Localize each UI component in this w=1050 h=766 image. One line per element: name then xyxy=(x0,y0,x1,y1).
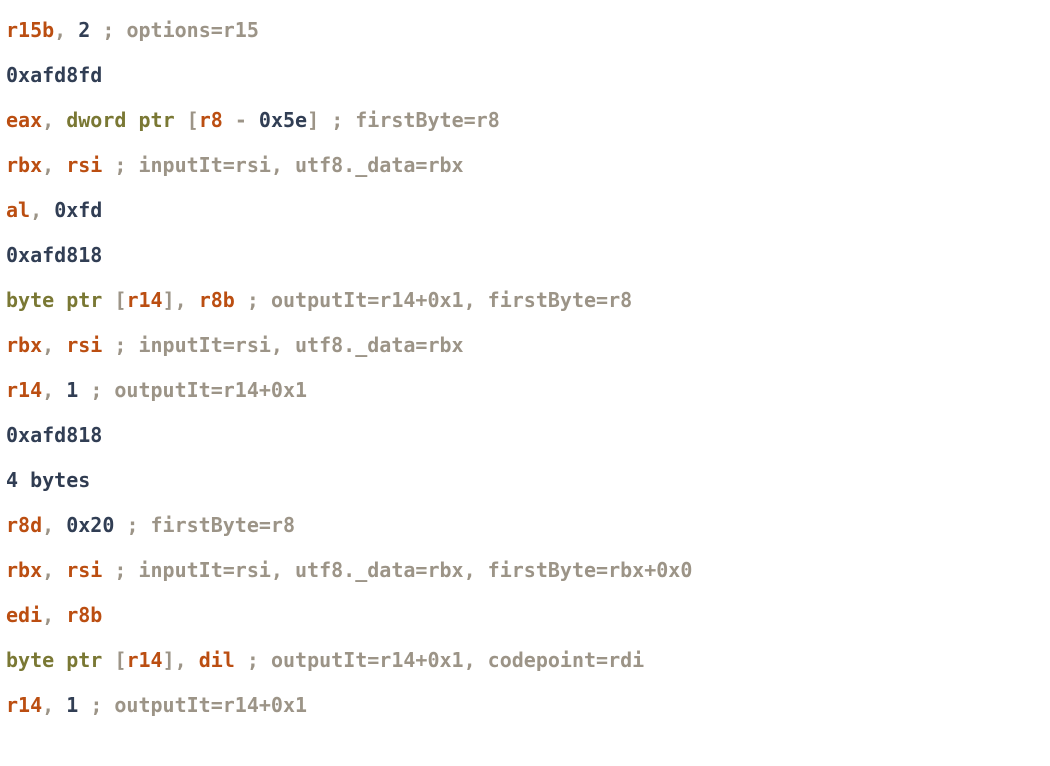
token-p xyxy=(235,288,247,312)
token-p: , xyxy=(30,198,54,222)
token-p xyxy=(235,648,247,672)
token-cm: ; options=r15 xyxy=(102,18,259,42)
code-line: byte ptr [r14], r8b ; outputIt=r14+0x1, … xyxy=(6,278,1044,323)
token-p: , xyxy=(42,603,66,627)
token-p xyxy=(90,18,102,42)
token-num: 1 xyxy=(66,693,78,717)
token-num: 0x5e xyxy=(259,108,307,132)
token-reg: r14 xyxy=(126,648,162,672)
token-p: ], xyxy=(163,288,199,312)
token-p: , xyxy=(42,333,66,357)
token-cm: ; outputIt=r14+0x1, codepoint=rdi xyxy=(247,648,644,672)
code-line: 0xafd8fd xyxy=(6,53,1044,98)
token-reg: rbx xyxy=(6,153,42,177)
token-p xyxy=(54,288,66,312)
token-p xyxy=(102,153,114,177)
token-p: [ xyxy=(175,108,199,132)
code-line: r14, 1 ; outputIt=r14+0x1 xyxy=(6,368,1044,413)
code-line: edi, r8b xyxy=(6,593,1044,638)
token-num: 0xafd818 xyxy=(6,423,102,447)
token-p xyxy=(18,468,30,492)
code-line: 4 bytes xyxy=(6,458,1044,503)
token-reg: al xyxy=(6,198,30,222)
token-p: , xyxy=(42,513,66,537)
code-line: 0xafd818 xyxy=(6,413,1044,458)
token-cm: ; outputIt=r14+0x1, firstByte=r8 xyxy=(247,288,632,312)
token-reg: r14 xyxy=(6,378,42,402)
token-cm: ; inputIt=rsi, utf8._data=rbx, firstByte… xyxy=(114,558,692,582)
code-line: eax, dword ptr [r8 - 0x5e] ; firstByte=r… xyxy=(6,98,1044,143)
token-p xyxy=(78,693,90,717)
token-cm: ; inputIt=rsi, utf8._data=rbx xyxy=(114,153,463,177)
token-reg: edi xyxy=(6,603,42,627)
code-line: r15b, 2 ; options=r15 xyxy=(6,8,1044,53)
token-cm: ; outputIt=r14+0x1 xyxy=(90,693,307,717)
token-p xyxy=(102,333,114,357)
token-num: 0xafd8fd xyxy=(6,63,102,87)
code-line: r14, 1 ; outputIt=r14+0x1 xyxy=(6,683,1044,728)
token-p: , xyxy=(54,18,78,42)
token-p: , xyxy=(42,153,66,177)
token-p: ], xyxy=(163,648,199,672)
token-num: 0xafd818 xyxy=(6,243,102,267)
token-reg: r8d xyxy=(6,513,42,537)
token-p xyxy=(102,558,114,582)
code-line: rbx, rsi ; inputIt=rsi, utf8._data=rbx xyxy=(6,323,1044,368)
token-reg: rbx xyxy=(6,333,42,357)
token-num: 1 xyxy=(66,378,78,402)
token-reg: r8b xyxy=(199,288,235,312)
code-line: byte ptr [r14], dil ; outputIt=r14+0x1, … xyxy=(6,638,1044,683)
assembly-code-block: r15b, 2 ; options=r150xafd8fdeax, dword … xyxy=(0,0,1050,736)
token-num: 2 xyxy=(78,18,90,42)
token-p: [ xyxy=(102,288,126,312)
token-p: , xyxy=(42,693,66,717)
token-reg: rsi xyxy=(66,558,102,582)
token-p: , xyxy=(42,558,66,582)
token-reg: rbx xyxy=(6,558,42,582)
token-cm: ; inputIt=rsi, utf8._data=rbx xyxy=(114,333,463,357)
code-line: rbx, rsi ; inputIt=rsi, utf8._data=rbx xyxy=(6,143,1044,188)
token-reg: rsi xyxy=(66,333,102,357)
code-line: r8d, 0x20 ; firstByte=r8 xyxy=(6,503,1044,548)
token-by: bytes xyxy=(30,468,90,492)
token-reg: dil xyxy=(199,648,235,672)
token-kw: ptr xyxy=(138,108,174,132)
token-p: - xyxy=(223,108,259,132)
token-p xyxy=(114,513,126,537)
token-num: 0xfd xyxy=(54,198,102,222)
token-num: 4 xyxy=(6,468,18,492)
token-kw: ptr xyxy=(66,288,102,312)
token-cm: ; outputIt=r14+0x1 xyxy=(90,378,307,402)
token-p: , xyxy=(42,378,66,402)
token-kw: byte xyxy=(6,288,54,312)
token-reg: r15b xyxy=(6,18,54,42)
token-p: , xyxy=(42,108,66,132)
token-p xyxy=(78,378,90,402)
token-p: [ xyxy=(102,648,126,672)
token-p xyxy=(54,648,66,672)
token-reg: r14 xyxy=(126,288,162,312)
token-p: ] xyxy=(307,108,331,132)
token-reg: r8b xyxy=(66,603,102,627)
token-reg: r8 xyxy=(199,108,223,132)
token-p xyxy=(126,108,138,132)
token-kw: byte xyxy=(6,648,54,672)
token-reg: r14 xyxy=(6,693,42,717)
token-cm: ; firstByte=r8 xyxy=(331,108,500,132)
token-cm: ; firstByte=r8 xyxy=(126,513,295,537)
code-line: al, 0xfd xyxy=(6,188,1044,233)
token-reg: eax xyxy=(6,108,42,132)
token-num: 0x20 xyxy=(66,513,114,537)
token-kw: ptr xyxy=(66,648,102,672)
code-line: rbx, rsi ; inputIt=rsi, utf8._data=rbx, … xyxy=(6,548,1044,593)
token-kw: dword xyxy=(66,108,126,132)
code-line: 0xafd818 xyxy=(6,233,1044,278)
token-reg: rsi xyxy=(66,153,102,177)
